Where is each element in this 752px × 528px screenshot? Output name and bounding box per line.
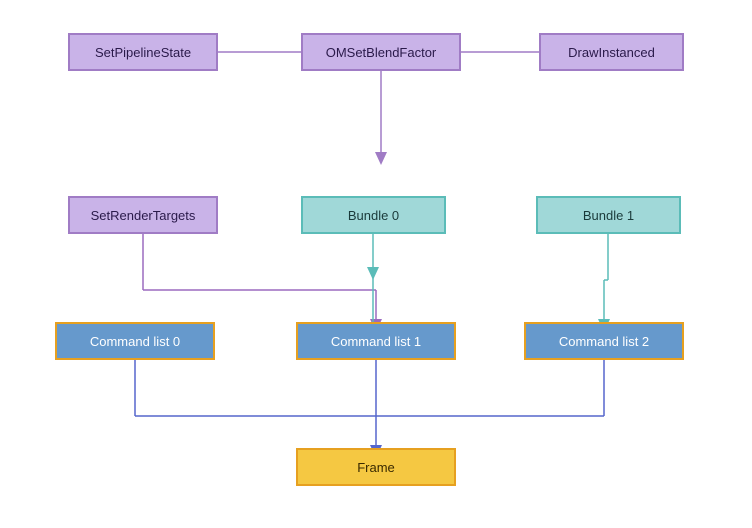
command-list-1-node: Command list 1: [296, 322, 456, 360]
bundle-1-node: Bundle 1: [536, 196, 681, 234]
diagram-container: SetPipelineState OMSetBlendFactor DrawIn…: [0, 0, 752, 528]
frame-label: Frame: [357, 460, 395, 475]
om-set-blend-factor-node: OMSetBlendFactor: [301, 33, 461, 71]
set-render-targets-label: SetRenderTargets: [91, 208, 196, 223]
command-list-2-label: Command list 2: [559, 334, 649, 349]
set-pipeline-state-node: SetPipelineState: [68, 33, 218, 71]
frame-node: Frame: [296, 448, 456, 486]
set-pipeline-state-label: SetPipelineState: [95, 45, 191, 60]
set-render-targets-node: SetRenderTargets: [68, 196, 218, 234]
bundle-1-label: Bundle 1: [583, 208, 634, 223]
bundle-0-node: Bundle 0: [301, 196, 446, 234]
command-list-2-node: Command list 2: [524, 322, 684, 360]
draw-instanced-node: DrawInstanced: [539, 33, 684, 71]
draw-instanced-label: DrawInstanced: [568, 45, 655, 60]
command-list-1-label: Command list 1: [331, 334, 421, 349]
bundle-0-label: Bundle 0: [348, 208, 399, 223]
command-list-0-node: Command list 0: [55, 322, 215, 360]
command-list-0-label: Command list 0: [90, 334, 180, 349]
om-set-blend-factor-label: OMSetBlendFactor: [326, 45, 437, 60]
